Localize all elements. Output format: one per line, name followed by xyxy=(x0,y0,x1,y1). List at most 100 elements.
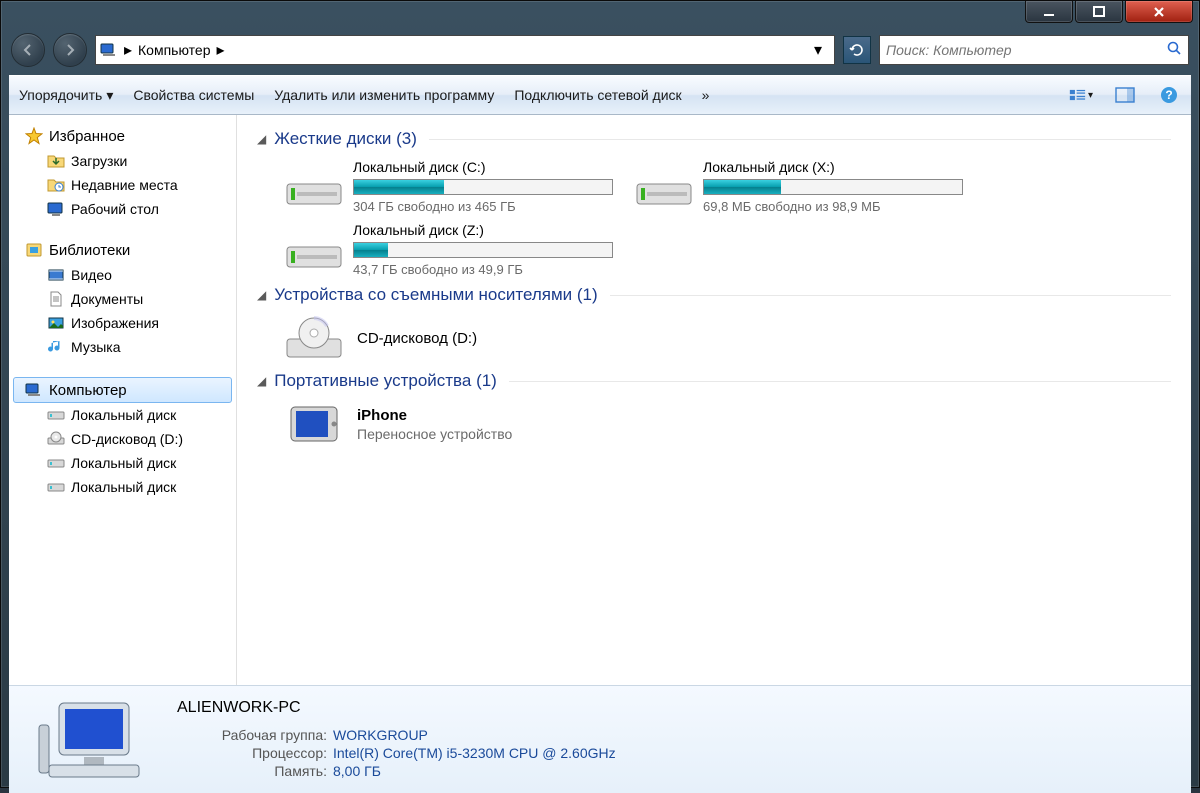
sidebar-libraries-header[interactable]: Библиотеки xyxy=(13,239,232,263)
map-network-drive-button[interactable]: Подключить сетевой диск xyxy=(514,87,681,103)
computer-icon xyxy=(100,41,118,59)
section-portable-header[interactable]: ◢ Портативные устройства (1) xyxy=(257,371,1171,391)
sidebar-item-cd-drive[interactable]: CD-дисковод (D:) xyxy=(13,427,232,451)
disk-icon xyxy=(47,454,65,472)
workgroup-label: Рабочая группа: xyxy=(177,727,327,743)
drive-item[interactable]: Локальный диск (Z:) 43,7 ГБ свободно из … xyxy=(285,222,595,277)
chevron-right-icon: ▸ xyxy=(124,40,132,60)
drive-free-text: 69,8 МБ свободно из 98,9 МБ xyxy=(703,199,963,214)
drive-name: Локальный диск (Z:) xyxy=(353,222,613,238)
explorer-body: Избранное Загрузки Недавние места Рабочи… xyxy=(9,115,1191,685)
sidebar-item-downloads[interactable]: Загрузки xyxy=(13,149,232,173)
explorer-window: ▸ Компьютер ▸ ▾ Упорядочить ▾ Свойства с… xyxy=(0,0,1200,788)
hard-disk-icon xyxy=(635,164,693,210)
search-icon xyxy=(1166,40,1182,61)
hard-disk-icon xyxy=(285,164,343,210)
search-box[interactable] xyxy=(879,35,1189,65)
address-bar[interactable]: ▸ Компьютер ▸ ▾ xyxy=(95,35,835,65)
chevron-right-icon: ▸ xyxy=(217,40,225,60)
disk-icon xyxy=(47,478,65,496)
pictures-icon xyxy=(47,314,65,332)
sidebar-group-computer: Компьютер Локальный диск CD-дисковод (D:… xyxy=(13,377,232,499)
ram-value: 8,00 ГБ xyxy=(333,763,381,779)
preview-pane-button[interactable] xyxy=(1113,83,1137,107)
folder-icon xyxy=(47,152,65,170)
navigation-pane: Избранное Загрузки Недавние места Рабочи… xyxy=(9,115,237,685)
drive-free-text: 304 ГБ свободно из 465 ГБ xyxy=(353,199,613,214)
collapse-triangle-icon: ◢ xyxy=(257,132,266,146)
cd-drive-icon xyxy=(285,315,343,361)
svg-text:?: ? xyxy=(1165,88,1172,102)
section-hdd-header[interactable]: ◢ Жесткие диски (3) xyxy=(257,129,1171,149)
close-button[interactable] xyxy=(1125,1,1193,23)
hdd-drives-list: Локальный диск (C:) 304 ГБ свободно из 4… xyxy=(257,159,1171,277)
sidebar-item-local-disk[interactable]: Локальный диск xyxy=(13,475,232,499)
drive-name: Локальный диск (C:) xyxy=(353,159,613,175)
sidebar-favorites-header[interactable]: Избранное xyxy=(13,125,232,149)
view-mode-button[interactable]: ▾ xyxy=(1069,83,1093,107)
sidebar-item-pictures[interactable]: Изображения xyxy=(13,311,232,335)
organize-label: Упорядочить xyxy=(19,87,102,103)
capacity-bar xyxy=(703,179,963,195)
organize-menu[interactable]: Упорядочить ▾ xyxy=(19,87,113,104)
toolbar: Упорядочить ▾ Свойства системы Удалить и… xyxy=(9,75,1191,115)
collapse-triangle-icon: ◢ xyxy=(257,374,266,388)
ram-label: Память: xyxy=(177,763,327,779)
sidebar-item-local-disk[interactable]: Локальный диск xyxy=(13,451,232,475)
cpu-label: Процессор: xyxy=(177,745,327,761)
chevron-down-icon: ▾ xyxy=(1088,90,1093,101)
video-icon xyxy=(47,266,65,284)
sidebar-group-libraries: Библиотеки Видео Документы Изображения М… xyxy=(13,239,232,359)
search-input[interactable] xyxy=(886,42,1160,58)
nav-bar: ▸ Компьютер ▸ ▾ xyxy=(1,29,1199,71)
drive-item[interactable]: Локальный диск (C:) 304 ГБ свободно из 4… xyxy=(285,159,595,214)
device-type: Переносное устройство xyxy=(357,426,512,442)
forward-button[interactable] xyxy=(53,33,87,67)
desktop-icon xyxy=(47,200,65,218)
back-button[interactable] xyxy=(11,33,45,67)
collapse-triangle-icon: ◢ xyxy=(257,288,266,302)
drive-free-text: 43,7 ГБ свободно из 49,9 ГБ xyxy=(353,262,613,277)
chevron-down-icon: ▾ xyxy=(106,87,113,104)
sidebar-computer-header[interactable]: Компьютер xyxy=(13,377,232,403)
computer-large-icon xyxy=(29,695,149,785)
toolbar-overflow[interactable]: » xyxy=(702,87,710,103)
device-name: CD-дисковод (D:) xyxy=(357,330,477,347)
sidebar-item-desktop[interactable]: Рабочий стол xyxy=(13,197,232,221)
title-bar xyxy=(1,1,1199,29)
address-dropdown[interactable]: ▾ xyxy=(806,40,830,60)
pc-name: ALIENWORK-PC xyxy=(177,699,616,717)
disk-icon xyxy=(47,406,65,424)
capacity-bar xyxy=(353,242,613,258)
sidebar-item-local-disk[interactable]: Локальный диск xyxy=(13,403,232,427)
computer-icon xyxy=(25,381,43,399)
drive-item[interactable]: Локальный диск (X:) 69,8 МБ свободно из … xyxy=(635,159,945,214)
device-name: iPhone xyxy=(357,407,512,424)
document-icon xyxy=(47,290,65,308)
help-button[interactable]: ? xyxy=(1157,83,1181,107)
uninstall-program-button[interactable]: Удалить или изменить программу xyxy=(274,87,494,103)
sidebar-item-music[interactable]: Музыка xyxy=(13,335,232,359)
breadcrumb[interactable]: Компьютер xyxy=(138,42,210,58)
hard-disk-icon xyxy=(285,227,343,273)
sidebar-item-recent[interactable]: Недавние места xyxy=(13,173,232,197)
device-item-iphone[interactable]: iPhone Переносное устройство xyxy=(257,401,1171,447)
device-item-cd[interactable]: CD-дисковод (D:) xyxy=(257,315,1171,361)
drive-name: Локальный диск (X:) xyxy=(703,159,963,175)
minimize-button[interactable] xyxy=(1025,1,1073,23)
recent-icon xyxy=(47,176,65,194)
capacity-bar xyxy=(353,179,613,195)
sidebar-item-documents[interactable]: Документы xyxy=(13,287,232,311)
refresh-button[interactable] xyxy=(843,36,871,64)
cd-drive-icon xyxy=(47,430,65,448)
music-icon xyxy=(47,338,65,356)
sidebar-group-favorites: Избранное Загрузки Недавние места Рабочи… xyxy=(13,125,232,221)
cpu-value: Intel(R) Core(TM) i5-3230M CPU @ 2.60GHz xyxy=(333,745,616,761)
section-removable-header[interactable]: ◢ Устройства со съемными носителями (1) xyxy=(257,285,1171,305)
portable-device-icon xyxy=(285,401,343,447)
system-properties-button[interactable]: Свойства системы xyxy=(133,87,254,103)
maximize-button[interactable] xyxy=(1075,1,1123,23)
workgroup-value: WORKGROUP xyxy=(333,727,428,743)
sidebar-item-videos[interactable]: Видео xyxy=(13,263,232,287)
content-pane: ◢ Жесткие диски (3) Локальный диск (C:) … xyxy=(237,115,1191,685)
